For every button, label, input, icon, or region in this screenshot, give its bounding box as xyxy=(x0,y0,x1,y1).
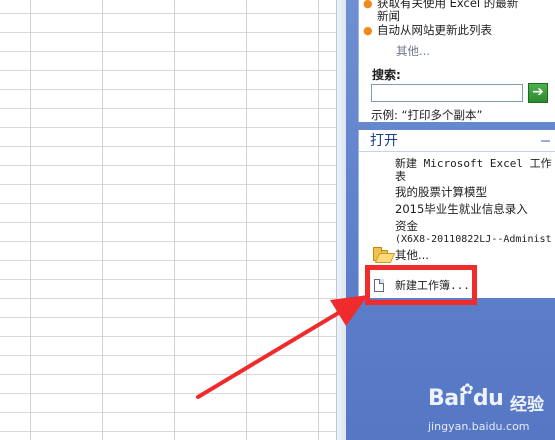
annotation-arrow xyxy=(196,295,368,399)
annotation-arrow-head xyxy=(330,295,368,326)
annotation-arrow-shaft xyxy=(196,307,347,399)
annotation-highlight-box xyxy=(365,265,477,305)
